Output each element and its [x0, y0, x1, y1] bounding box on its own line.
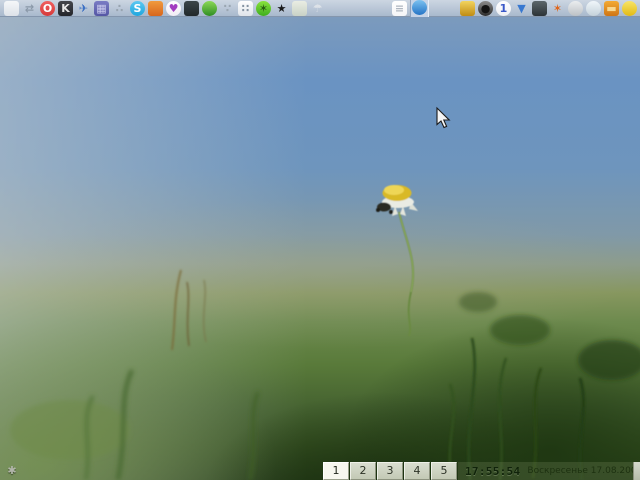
clock-date: Воскресенье 17.08.2008	[527, 466, 640, 476]
pin-icon[interactable]: ☂	[310, 1, 325, 16]
start-menu-icon[interactable]: ✱	[5, 464, 19, 478]
workspace-button-3[interactable]: 3	[377, 462, 403, 480]
bulb-icon[interactable]	[568, 1, 583, 16]
opera-browser-icon[interactable]: O	[40, 1, 55, 16]
molecule-icon[interactable]: ∴	[112, 1, 127, 16]
desktop-wallpaper	[0, 0, 640, 480]
workspace-button-5[interactable]: 5	[431, 462, 457, 480]
burst-icon[interactable]: ✶	[550, 1, 565, 16]
system-tray-group: ●1▼ ✶ ▬	[460, 0, 637, 17]
download-arrow-icon[interactable]: ▼	[514, 1, 529, 16]
web-globe-icon[interactable]	[412, 0, 427, 15]
pale-badge-icon[interactable]	[292, 1, 307, 16]
desktop-screen: ⇄OK✈▦∴S♥∵∷✶★☂ ≡ ●1▼✶▬ ✱ 12345 17:55:54 В…	[0, 0, 640, 480]
workspace-button-4[interactable]: 4	[404, 462, 430, 480]
top-panel: ⇄OK✈▦∴S♥∵∷✶★☂ ≡ ●1▼✶▬	[0, 0, 640, 17]
tile-grid-icon[interactable]: ▦	[94, 1, 109, 16]
folder-icon[interactable]: ▬	[604, 1, 619, 16]
taskbar-collapse-handle[interactable]	[633, 462, 640, 480]
web-globe-slot[interactable]	[410, 0, 429, 17]
green-orb-icon[interactable]	[202, 1, 217, 16]
dice-icon[interactable]: ∷	[238, 1, 253, 16]
taskbar: ✱ 12345 17:55:54 Воскресенье 17.08.2008	[0, 462, 640, 480]
gold-ingot-icon[interactable]	[460, 1, 475, 16]
droplet-icon[interactable]	[586, 1, 601, 16]
terminal-icon[interactable]	[184, 1, 199, 16]
dots-icon[interactable]: ∵	[220, 1, 235, 16]
workspace-button-1[interactable]: 1	[323, 462, 349, 480]
launcher-icon-group: ⇄OK✈▦∴S ♥ ∵∷✶★ ☂	[4, 0, 325, 17]
active-apps-group: ≡	[392, 0, 429, 17]
virus-orb-icon[interactable]: ✶	[256, 1, 271, 16]
spider-star-icon[interactable]: ★	[274, 1, 289, 16]
share-icon[interactable]: ⇄	[22, 1, 37, 16]
clock-time: 17:55:54	[465, 465, 520, 478]
clock-area: 17:55:54 Воскресенье 17.08.2008	[458, 462, 640, 480]
package-icon[interactable]	[148, 1, 163, 16]
k-app-icon[interactable]: K	[58, 1, 73, 16]
dark-disk-icon[interactable]	[532, 1, 547, 16]
lemon-icon[interactable]	[622, 1, 637, 16]
window-list-icon[interactable]	[4, 1, 19, 16]
workspace-button-2[interactable]: 2	[350, 462, 376, 480]
workspace-switcher: 12345	[323, 462, 458, 480]
lens-icon[interactable]: ●	[478, 1, 493, 16]
heart-shield-icon[interactable]: ♥	[166, 1, 181, 16]
paper-plane-icon[interactable]: ✈	[76, 1, 91, 16]
skype-icon[interactable]: S	[130, 1, 145, 16]
document-icon[interactable]: ≡	[392, 1, 407, 16]
notify-count-icon[interactable]: 1	[496, 1, 511, 16]
